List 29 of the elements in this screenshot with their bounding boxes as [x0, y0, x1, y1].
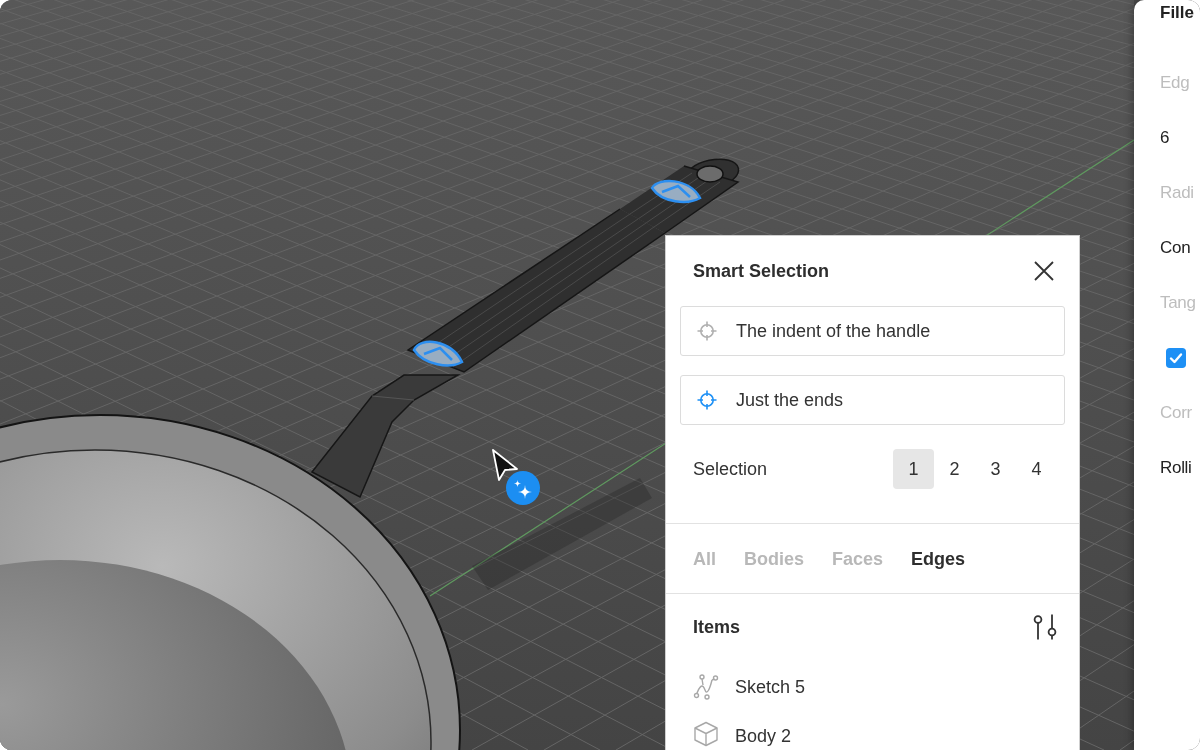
close-button[interactable] — [1034, 261, 1054, 281]
property-label: Radi — [1160, 181, 1194, 204]
property-label: Tang — [1160, 291, 1196, 314]
property-value: 6 — [1160, 126, 1170, 149]
list-item[interactable]: Sketch 5 — [666, 660, 1079, 714]
prompt-option[interactable]: The indent of the handle — [680, 306, 1065, 356]
close-icon — [1034, 261, 1054, 281]
property-value: Rolli — [1160, 456, 1192, 479]
filter-button[interactable] — [1033, 614, 1057, 640]
sketch-curve-icon — [693, 674, 719, 700]
sliders-icon — [1033, 614, 1057, 640]
selection-option[interactable]: 4 — [1016, 449, 1057, 489]
property-label: Corr — [1160, 401, 1192, 424]
prompt-option[interactable]: Just the ends — [680, 375, 1065, 425]
cursor-arrow-icon — [491, 448, 519, 482]
section-title: Items — [693, 616, 741, 638]
selection-label: Selection — [693, 458, 768, 480]
panel-title: Fille — [1160, 2, 1194, 24]
sparkle-badge-icon — [506, 471, 540, 505]
property-value: Con — [1160, 236, 1191, 259]
cube-icon — [693, 721, 719, 747]
selection-option[interactable]: 2 — [934, 449, 975, 489]
list-item[interactable]: Body 2 — [666, 714, 1079, 750]
filter-tab[interactable]: Edges — [911, 547, 966, 570]
selection-option[interactable]: 3 — [975, 449, 1016, 489]
selection-option[interactable]: 1 — [893, 449, 934, 489]
panel-title: Smart Selection — [693, 260, 830, 282]
checkbox[interactable] — [1166, 347, 1186, 368]
property-label: Edg — [1160, 71, 1190, 94]
